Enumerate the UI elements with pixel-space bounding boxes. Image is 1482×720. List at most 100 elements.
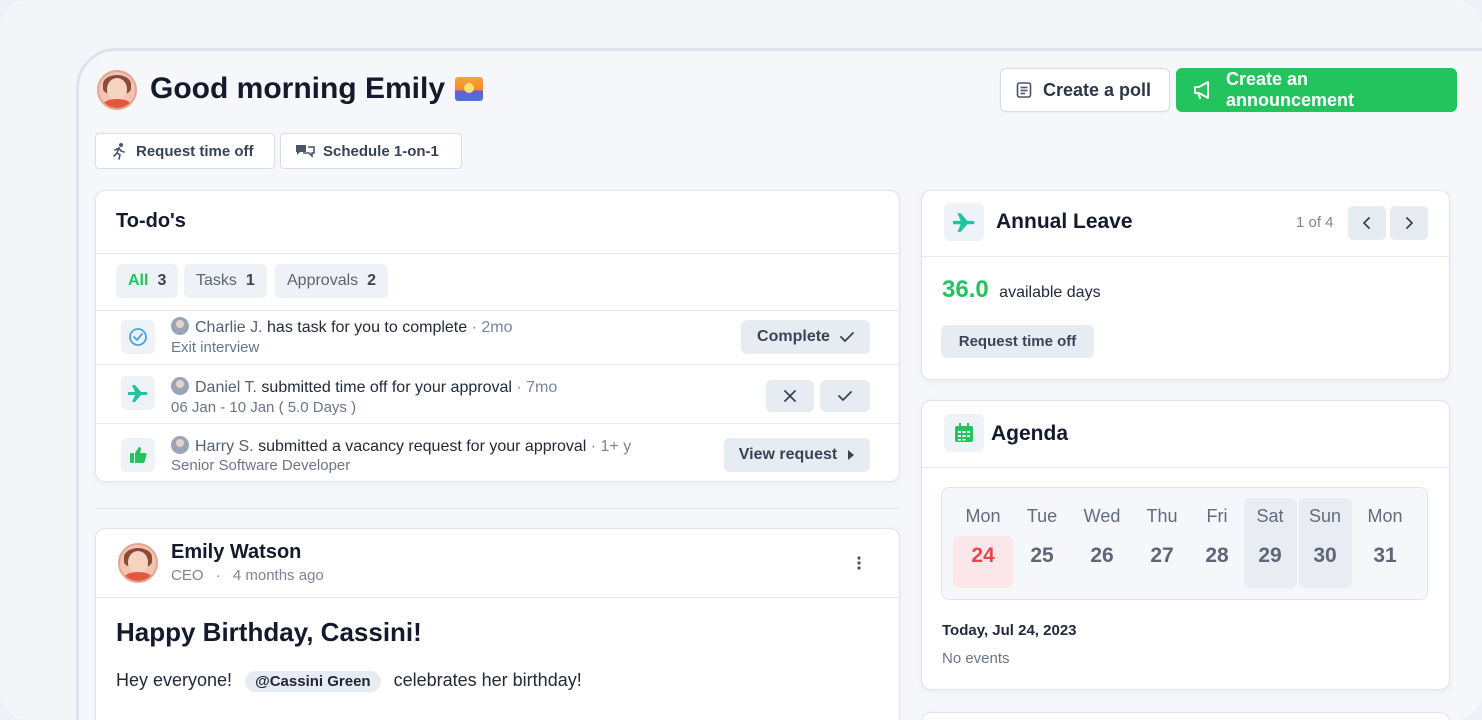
todo-item-2-action: submitted time off for your approval: [261, 379, 512, 396]
filter-all-count: 3: [157, 272, 167, 289]
mention-tag[interactable]: @Cassini Green: [245, 671, 381, 692]
airplane-icon: [121, 376, 155, 410]
post-text-after: celebrates her birthday!: [393, 670, 582, 690]
day-name: Tue: [1026, 506, 1058, 526]
day-number: 31: [1373, 544, 1397, 567]
section-divider: [96, 508, 899, 509]
todo-item-2-person[interactable]: Daniel T.: [195, 379, 257, 396]
calendar-day[interactable]: Mon 24: [955, 500, 1011, 568]
thumbs-up-icon: [121, 438, 155, 472]
calendar-day[interactable]: Tue 25: [1014, 500, 1070, 568]
reject-button[interactable]: [766, 380, 814, 412]
day-name: Thu: [1146, 506, 1178, 526]
todo-item-1-action: has task for you to complete: [267, 319, 468, 336]
greeting-text: Good morning Emily: [150, 72, 446, 105]
todo-item-3-time: · 1+ y: [590, 438, 632, 455]
day-number: 25: [1030, 544, 1054, 567]
leave-header-divider: [922, 256, 1449, 257]
running-person-icon: [113, 143, 125, 160]
todo-item-1-person[interactable]: Charlie J.: [195, 319, 263, 336]
day-name: Sat: [1256, 506, 1284, 526]
request-time-off-button[interactable]: Request time off: [941, 325, 1094, 358]
day-number: 28: [1205, 544, 1229, 567]
post-options-icon[interactable]: [853, 555, 865, 573]
view-request-button[interactable]: View request: [724, 438, 870, 472]
request-time-off-label: Request time off: [958, 333, 1077, 350]
day-number: 29: [1258, 544, 1282, 567]
todo-item-1-subtitle: Exit interview: [171, 339, 260, 356]
post-author-role: CEO: [171, 567, 204, 584]
post-author-name[interactable]: Emily Watson: [171, 541, 301, 564]
post-body: Hey everyone! @Cassini Green celebrates …: [116, 670, 582, 692]
todo-divider: [96, 423, 899, 424]
chat-bubbles-icon: [296, 145, 315, 158]
day-name: Mon: [965, 506, 1001, 526]
post-author-avatar[interactable]: [118, 543, 158, 583]
task-check-icon: [121, 320, 155, 354]
post-time: 4 months ago: [232, 567, 324, 584]
sunrise-icon: [455, 77, 484, 101]
create-poll-button[interactable]: Create a poll: [1000, 68, 1170, 112]
calendar-day[interactable]: Wed 26: [1074, 500, 1130, 568]
next-button[interactable]: [1390, 206, 1428, 240]
available-days-value: 36.0: [942, 276, 989, 303]
calendar-day[interactable]: Thu 27: [1134, 500, 1190, 568]
calendar-day[interactable]: Sun 30: [1297, 500, 1353, 568]
view-request-label: View request: [738, 446, 838, 463]
todo-item-2-subtitle: 06 Jan - 10 Jan ( 5.0 Days ): [171, 399, 357, 416]
charlie-avatar: [171, 317, 189, 335]
todo-divider: [96, 310, 899, 311]
todos-header-divider: [96, 253, 899, 254]
todo-divider: [96, 364, 899, 365]
agenda-header-divider: [922, 467, 1449, 468]
previous-button[interactable]: [1348, 206, 1386, 240]
todo-item-1-text: Charlie J. has task for you to complete …: [171, 317, 513, 337]
filter-tasks[interactable]: Tasks 1: [184, 264, 267, 298]
next-panel-edge: [921, 712, 1450, 720]
filter-approvals[interactable]: Approvals 2: [275, 264, 389, 298]
todo-item-3-subtitle: Senior Software Developer: [171, 457, 351, 474]
greeting-title: Good morning Emily: [150, 72, 484, 106]
filter-all[interactable]: All 3: [116, 264, 179, 298]
airplane-icon: [944, 203, 984, 241]
available-days: 36.0 available days: [942, 276, 1101, 304]
day-name: Wed: [1083, 506, 1121, 526]
create-poll-label: Create a poll: [1043, 79, 1152, 100]
megaphone-icon: [1194, 81, 1209, 99]
todo-item-3-text: Harry S. submitted a vacancy request for…: [171, 436, 631, 456]
schedule-one-on-one-button[interactable]: Schedule 1-on-1: [280, 133, 462, 169]
approve-button[interactable]: [820, 380, 870, 412]
day-name: Mon: [1367, 506, 1403, 526]
request-time-off-shortcut[interactable]: Request time off: [95, 133, 275, 169]
post-title: Happy Birthday, Cassini!: [116, 617, 422, 647]
day-number: 30: [1313, 544, 1337, 567]
leave-pager-text: 1 of 4: [1296, 214, 1334, 231]
todos-title: To-do's: [116, 210, 186, 232]
user-avatar[interactable]: [97, 70, 137, 110]
complete-task-button[interactable]: Complete: [741, 320, 870, 354]
caret-right-icon: [848, 450, 855, 460]
agenda-today-label: Today, Jul 24, 2023: [942, 622, 1077, 639]
calendar-day[interactable]: Sat 29: [1242, 500, 1298, 568]
agenda-no-events: No events: [942, 650, 1010, 667]
post-meta: CEO · 4 months ago: [171, 567, 324, 584]
day-number: 27: [1150, 544, 1174, 567]
day-number: 26: [1090, 544, 1114, 567]
chevron-right-icon: [1406, 217, 1413, 229]
calendar-icon: [944, 414, 984, 452]
agenda-title: Agenda: [991, 422, 1069, 445]
harry-avatar: [171, 436, 189, 454]
checkmark-icon: [840, 332, 854, 343]
create-announcement-button[interactable]: Create an announcement: [1176, 68, 1457, 112]
todo-item-3-person[interactable]: Harry S.: [195, 438, 254, 455]
daniel-avatar: [171, 377, 189, 395]
post-header-divider: [96, 597, 899, 598]
todo-item-3-action: submitted a vacancy request for your app…: [258, 438, 587, 455]
close-icon: [784, 390, 796, 402]
create-announcement-label: Create an announcement: [1226, 69, 1355, 110]
filter-tasks-count: 1: [245, 272, 255, 289]
todo-item-2-time: · 7mo: [516, 379, 558, 396]
calendar-day[interactable]: Mon 31: [1357, 500, 1413, 568]
calendar-day[interactable]: Fri 28: [1189, 500, 1245, 568]
todo-item-2-text: Daniel T. submitted time off for your ap…: [171, 377, 557, 397]
